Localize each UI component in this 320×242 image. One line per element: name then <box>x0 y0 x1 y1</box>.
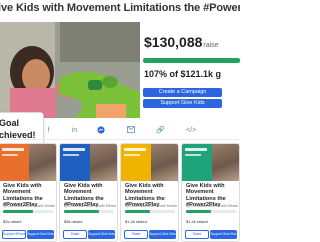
email-icon[interactable] <box>126 126 135 135</box>
card-share-button[interactable]: Support #Power2Play <box>2 230 26 239</box>
card-photo <box>90 144 117 181</box>
progress-bar <box>143 58 240 63</box>
card-image <box>182 144 239 181</box>
page-title: ive Kids with Movement Limitations the #… <box>0 2 240 14</box>
card-org: by Cleveland Kids' Health Ministry • Tea… <box>64 204 116 208</box>
messenger-icon[interactable] <box>96 126 105 135</box>
card-banner <box>0 144 29 181</box>
card-share-button[interactable]: Share <box>124 230 148 239</box>
hero-photo-illustration <box>0 22 140 118</box>
campaign-summary: $130,088raise 107% of $121.1k g Create a… <box>140 22 240 122</box>
card-image <box>60 144 117 181</box>
card-actions: Share Support Give Kids <box>185 230 237 239</box>
embed-icon[interactable]: </> <box>186 126 196 135</box>
card-progress-fill <box>186 210 211 213</box>
card-raised: $3k raised <box>64 219 83 224</box>
create-campaign-button[interactable]: Create a Campaign <box>143 88 222 97</box>
campaign-card[interactable]: Give Kids with Movement Limitations the … <box>59 143 118 242</box>
card-image <box>0 144 56 181</box>
badge-line-1: Goal <box>0 118 20 128</box>
card-banner <box>60 144 90 181</box>
card-photo <box>29 144 56 181</box>
card-progress-bar <box>186 210 236 213</box>
card-progress-bar <box>125 210 175 213</box>
link-icon[interactable]: 🔗 <box>156 126 165 135</box>
card-progress-bar <box>3 210 53 213</box>
card-org: by Cleveland Kids' Health Ministry • Tea… <box>3 204 55 208</box>
divider <box>0 139 240 140</box>
card-banner <box>182 144 212 181</box>
card-actions: Share Support Give Kids <box>63 230 115 239</box>
card-support-button[interactable]: Support Give Kids <box>149 230 176 239</box>
campaign-card[interactable]: Give Kids with Movement Limitations the … <box>120 143 179 242</box>
card-support-button[interactable]: Support Give Kids <box>210 230 237 239</box>
share-bar: f in 🔗 </> <box>40 126 238 136</box>
hero-image <box>0 22 140 118</box>
support-button[interactable]: Support Give Kids <box>143 99 222 108</box>
card-org: by Cleveland Kids' Health Ministry • Tea… <box>125 204 177 208</box>
linkedin-icon[interactable]: in <box>70 126 79 135</box>
campaign-card[interactable]: Give Kids with Movement Limitations the … <box>181 143 240 242</box>
card-share-button[interactable]: Share <box>63 230 87 239</box>
card-actions: Share Support Give Kids <box>124 230 176 239</box>
card-actions: Support #Power2Play Support Give Kids <box>2 230 54 239</box>
card-progress-fill <box>125 210 150 213</box>
card-progress-bar <box>64 210 114 213</box>
raised-label: raise <box>203 42 219 49</box>
card-support-button[interactable]: Support Give Kids <box>27 230 54 239</box>
campaign-card[interactable]: Give Kids with Movement Limitations the … <box>0 143 57 242</box>
card-raised: $1.4k raised <box>125 219 147 224</box>
title-bar: ive Kids with Movement Limitations the #… <box>0 0 240 22</box>
card-org: by Cleveland Kids' Health Ministry • Tea… <box>186 204 238 208</box>
card-photo <box>151 144 178 181</box>
card-share-button[interactable]: Share <box>185 230 209 239</box>
card-progress-fill <box>64 210 99 213</box>
progress-fill <box>143 58 240 63</box>
raised-total: $130,088raise <box>144 34 219 52</box>
card-progress-fill <box>3 210 33 213</box>
card-image <box>121 144 178 181</box>
facebook-icon[interactable]: f <box>44 126 53 135</box>
card-raised: $2k raised <box>3 219 22 224</box>
goal-percent: 107% of $121.1k g <box>144 69 222 79</box>
card-banner <box>121 144 151 181</box>
raised-amount: $130,088 <box>144 34 203 50</box>
card-raised: $1.4k raised <box>186 219 208 224</box>
card-support-button[interactable]: Support Give Kids <box>88 230 115 239</box>
card-photo <box>212 144 239 181</box>
